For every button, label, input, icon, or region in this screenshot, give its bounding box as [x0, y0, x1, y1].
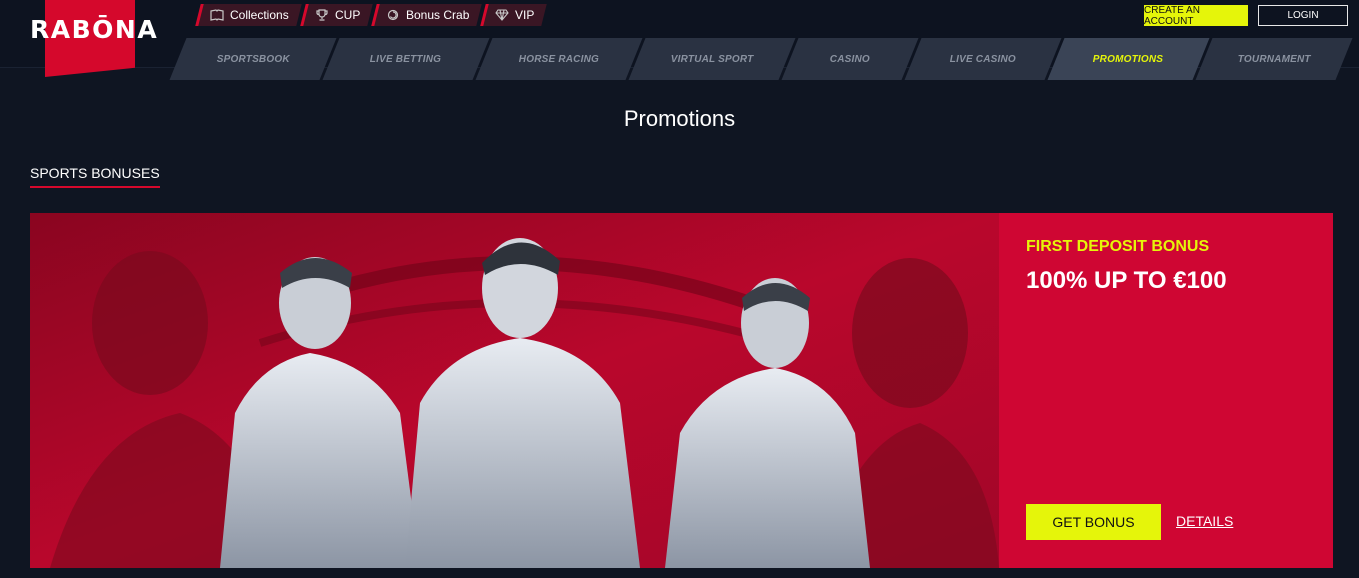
promo-headline: 100% UP TO €100 — [1026, 267, 1227, 294]
diamond-icon — [495, 9, 510, 21]
create-account-button[interactable]: CREATE AN ACCOUNT — [1144, 5, 1248, 27]
nav-live-casino[interactable]: LIVE CASINO — [904, 38, 1062, 80]
top-nav: Collections CUP Bonus Crab VIP — [195, 4, 548, 26]
promo-image — [30, 213, 999, 568]
nav-live-betting[interactable]: LIVE BETTING — [322, 38, 490, 80]
promo-panel: FIRST DEPOSIT BONUS 100% UP TO €100 GET … — [999, 213, 1333, 568]
nav-label: CASINO — [829, 53, 871, 65]
topnav-label: VIP — [515, 8, 535, 22]
nav-label: VIRTUAL SPORT — [670, 53, 754, 65]
nav-label: SPORTSBOOK — [216, 53, 290, 65]
promo-kicker: FIRST DEPOSIT BONUS — [1026, 238, 1210, 255]
login-button[interactable]: LOGIN — [1258, 5, 1348, 26]
crab-icon — [387, 9, 399, 21]
topnav-label: Collections — [230, 8, 289, 22]
nav-label: TOURNAMENT — [1237, 53, 1311, 65]
topnav-label: CUP — [334, 8, 361, 22]
topnav-vip[interactable]: VIP — [480, 4, 548, 26]
nav-sportsbook[interactable]: SPORTSBOOK — [169, 38, 337, 80]
details-link[interactable]: DETAILS — [1176, 513, 1233, 529]
nav-virtual-sport[interactable]: VIRTUAL SPORT — [628, 38, 796, 80]
nav-horse-racing[interactable]: HORSE RACING — [475, 38, 643, 80]
topnav-bonus-crab[interactable]: Bonus Crab — [371, 4, 483, 26]
book-icon — [210, 9, 224, 21]
nav-label: LIVE CASINO — [949, 53, 1017, 65]
nav-casino[interactable]: CASINO — [781, 38, 919, 80]
section-title: SPORTS BONUSES — [30, 165, 160, 188]
get-bonus-button[interactable]: GET BONUS — [1026, 504, 1161, 540]
nav-label: HORSE RACING — [518, 53, 600, 65]
nav-promotions[interactable]: PROMOTIONS — [1047, 38, 1210, 80]
nav-tournament[interactable]: TOURNAMENT — [1195, 38, 1353, 80]
topnav-collections[interactable]: Collections — [195, 4, 302, 26]
topnav-cup[interactable]: CUP — [299, 4, 373, 26]
promo-card: FIRST DEPOSIT BONUS 100% UP TO €100 GET … — [30, 213, 1333, 568]
players-illustration — [30, 213, 999, 568]
trophy-icon — [316, 9, 328, 21]
nav-label: LIVE BETTING — [370, 53, 442, 65]
page-title: Promotions — [623, 106, 736, 131]
nav-label: PROMOTIONS — [1093, 53, 1164, 65]
main-nav: SPORTSBOOK LIVE BETTING HORSE RACING VIR… — [169, 38, 1353, 80]
logo[interactable]: RABŌNA — [30, 15, 158, 44]
topnav-label: Bonus Crab — [406, 8, 470, 22]
